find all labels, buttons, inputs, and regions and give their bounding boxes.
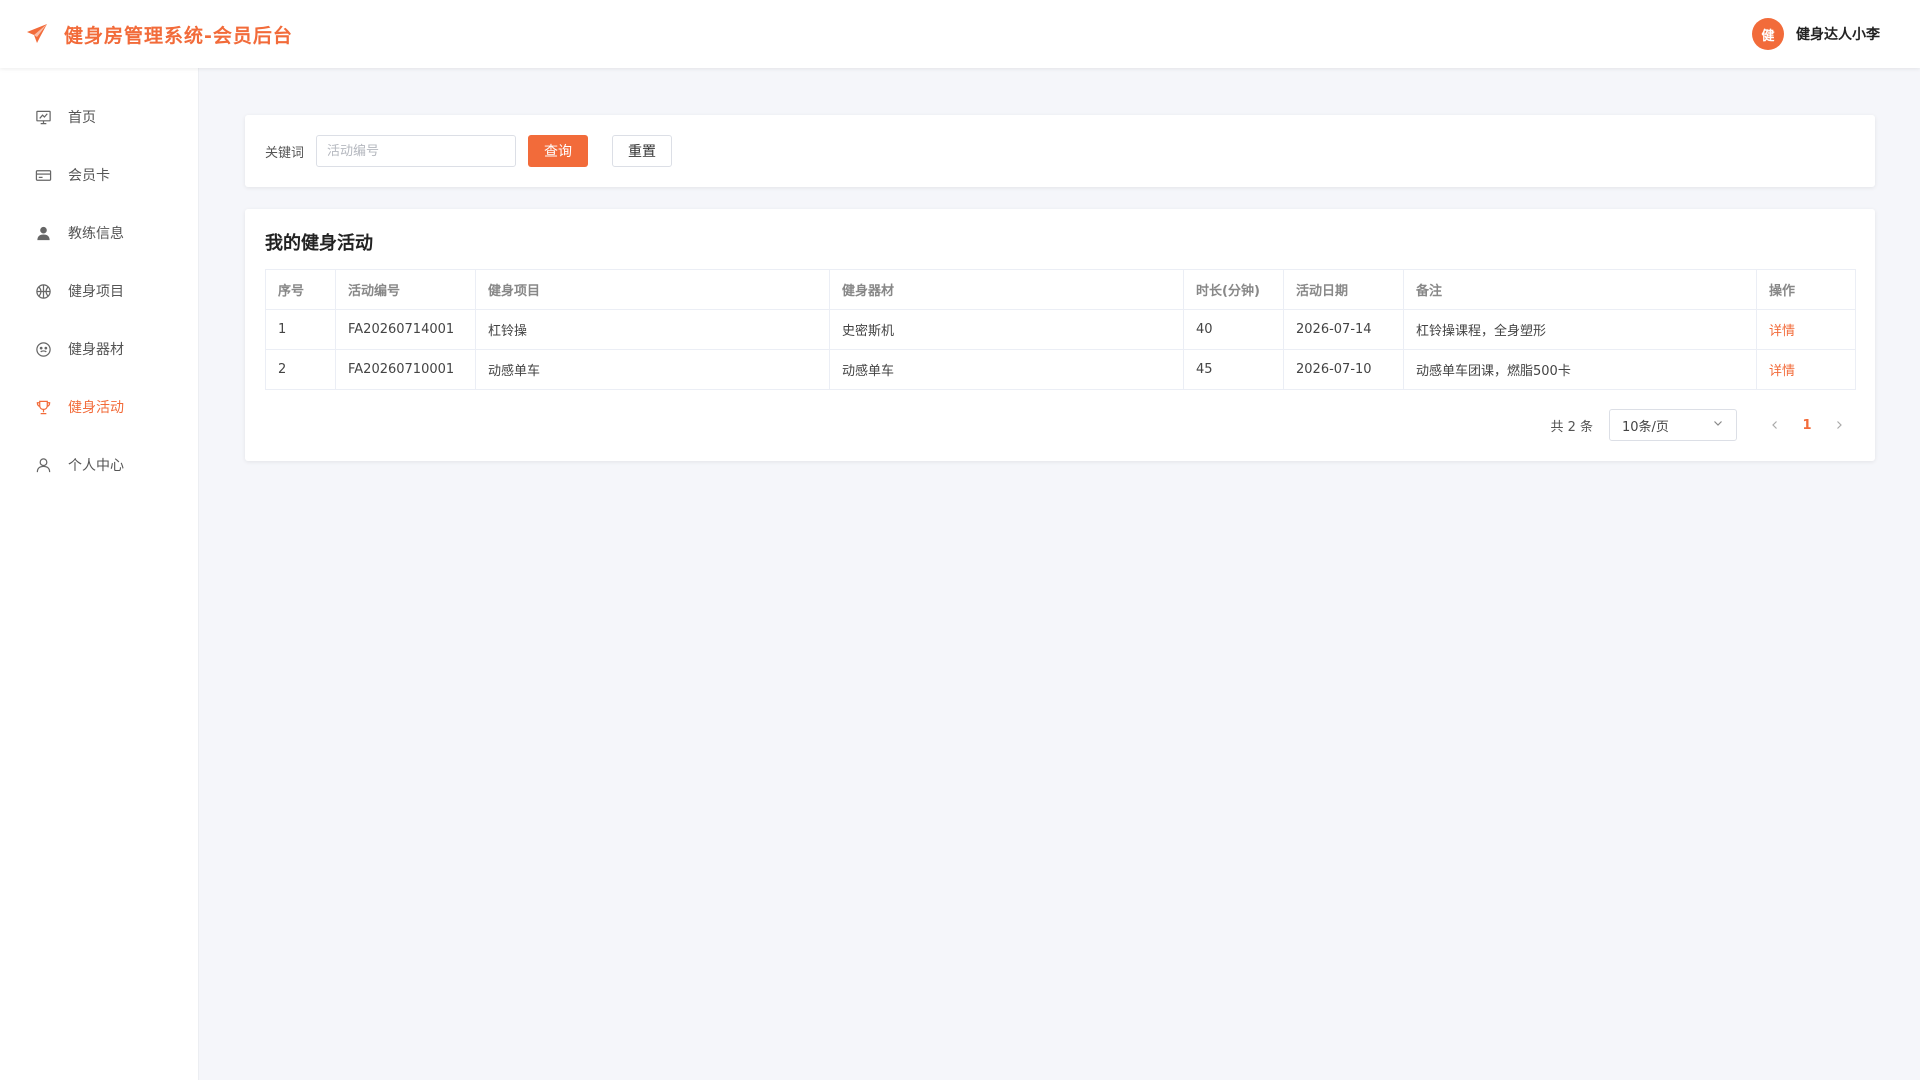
credit-card-icon — [34, 166, 52, 184]
cell-date: 2026-07-10 — [1283, 349, 1404, 390]
activity-table-panel: 我的健身活动 序号 活动编号 健身项目 健身器材 时长(分钟) 活动日期 备注 … — [245, 209, 1875, 461]
cell-activity-id: FA20260710001 — [335, 349, 476, 390]
cell-duration: 45 — [1183, 349, 1284, 390]
cell-index: 1 — [265, 309, 336, 350]
chevron-left-icon — [1772, 421, 1777, 429]
basketball-icon — [34, 282, 52, 300]
user-menu[interactable]: 健 健身达人小李 — [1752, 18, 1880, 50]
user-name[interactable]: 健身达人小李 — [1796, 24, 1880, 44]
sidebar-item-member-card[interactable]: 会员卡 — [0, 146, 198, 204]
column-header: 健身器材 — [829, 269, 1184, 310]
detail-link[interactable]: 详情 — [1769, 364, 1795, 379]
search-panel: 关键词 查询 重置 — [245, 115, 1875, 187]
table-header-row: 序号 活动编号 健身项目 健身器材 时长(分钟) 活动日期 备注 操作 — [265, 269, 1856, 310]
sidebar-item-fitness-project[interactable]: 健身项目 — [0, 262, 198, 320]
trophy-icon — [34, 398, 52, 416]
cell-equipment: 史密斯机 — [829, 309, 1184, 350]
brand: 健身房管理系统-会员后台 — [24, 21, 293, 48]
cell-action: 详情 — [1756, 349, 1856, 390]
avatar[interactable]: 健 — [1752, 18, 1784, 50]
table-row: 1 FA20260714001 杠铃操 史密斯机 40 2026-07-14 杠… — [265, 309, 1856, 350]
sidebar: 首页 会员卡 教练信息 健身项目 健身器材 健身活动 个人中心 — [0, 68, 199, 1080]
panel-title: 我的健身活动 — [265, 233, 373, 254]
chevron-down-icon — [1712, 417, 1724, 433]
user-solid-icon — [34, 224, 52, 242]
sidebar-item-label: 个人中心 — [68, 458, 124, 474]
app-title: 健身房管理系统-会员后台 — [64, 24, 293, 47]
chevron-right-icon — [1837, 421, 1842, 429]
smiley-icon — [34, 340, 52, 358]
sidebar-item-label: 健身活动 — [68, 400, 124, 416]
cell-remark: 杠铃操课程，全身塑形 — [1403, 309, 1757, 350]
activity-table: 序号 活动编号 健身项目 健身器材 时长(分钟) 活动日期 备注 操作 1 FA… — [265, 269, 1856, 390]
sidebar-item-label: 首页 — [68, 110, 96, 126]
sidebar-item-personal-center[interactable]: 个人中心 — [0, 436, 198, 494]
page-number-current[interactable]: 1 — [1791, 409, 1823, 441]
pagination: 共 2 条 10条/页 1 — [1550, 409, 1855, 441]
prev-page-button[interactable] — [1759, 409, 1791, 441]
column-header: 备注 — [1403, 269, 1757, 310]
next-page-button[interactable] — [1823, 409, 1855, 441]
sidebar-item-label: 健身器材 — [68, 342, 124, 358]
cell-date: 2026-07-14 — [1283, 309, 1404, 350]
column-header: 活动编号 — [335, 269, 476, 310]
page-size-value: 10条/页 — [1622, 419, 1669, 435]
cell-action: 详情 — [1756, 309, 1856, 350]
total-count: 共 2 条 — [1550, 419, 1593, 435]
column-header: 健身项目 — [475, 269, 830, 310]
cell-remark: 动感单车团课，燃脂500卡 — [1403, 349, 1757, 390]
sidebar-item-home[interactable]: 首页 — [0, 88, 198, 146]
cell-equipment: 动感单车 — [829, 349, 1184, 390]
sidebar-item-label: 会员卡 — [68, 168, 110, 184]
detail-link[interactable]: 详情 — [1769, 324, 1795, 339]
top-header: 健身房管理系统-会员后台 健 健身达人小李 — [0, 0, 1920, 68]
query-button[interactable]: 查询 — [528, 135, 589, 167]
cell-activity-id: FA20260714001 — [335, 309, 476, 350]
cell-duration: 40 — [1183, 309, 1284, 350]
column-header: 操作 — [1756, 269, 1856, 310]
keyword-input[interactable] — [316, 135, 517, 167]
column-header: 活动日期 — [1283, 269, 1404, 310]
sidebar-item-equipment[interactable]: 健身器材 — [0, 320, 198, 378]
reset-button[interactable]: 重置 — [612, 135, 673, 167]
user-outline-icon — [34, 456, 52, 474]
cell-index: 2 — [265, 349, 336, 390]
column-header: 序号 — [265, 269, 336, 310]
sidebar-item-label: 健身项目 — [68, 284, 124, 300]
sidebar-item-fitness-activity[interactable]: 健身活动 — [0, 378, 198, 436]
column-header: 时长(分钟) — [1183, 269, 1284, 310]
keyword-label: 关键词 — [265, 145, 305, 161]
table-row: 2 FA20260710001 动感单车 动感单车 45 2026-07-10 … — [265, 349, 1856, 390]
cell-project: 动感单车 — [475, 349, 830, 390]
paper-plane-icon — [24, 21, 50, 47]
presentation-board-icon — [34, 108, 52, 126]
sidebar-item-label: 教练信息 — [68, 226, 124, 242]
page-size-select[interactable]: 10条/页 — [1609, 409, 1737, 441]
cell-project: 杠铃操 — [475, 309, 830, 350]
sidebar-item-coach-info[interactable]: 教练信息 — [0, 204, 198, 262]
